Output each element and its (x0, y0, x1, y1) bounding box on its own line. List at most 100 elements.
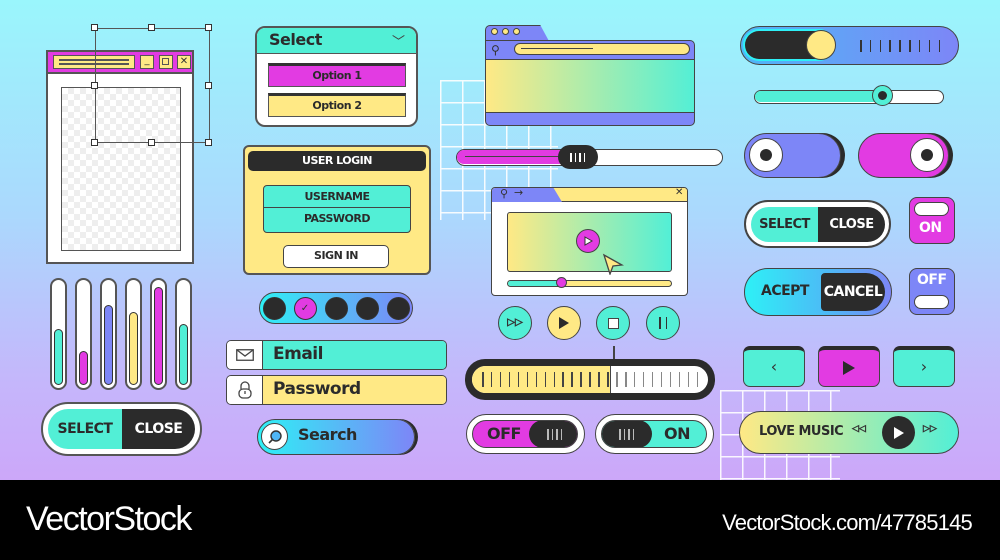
username-field[interactable]: USERNAME (264, 186, 410, 208)
ui-kit-canvas: _ ✕ SELECT CLOSE Select ﹀ Option 1 Optio… (0, 0, 1000, 480)
next-button[interactable]: › (893, 346, 955, 387)
select-dropdown[interactable]: Select ﹀ Option 1 Option 2 (255, 26, 418, 127)
level-bar[interactable] (50, 278, 67, 390)
knob-slider[interactable] (740, 26, 959, 65)
browser-window: ⚲ (485, 25, 695, 126)
fast-forward-icon[interactable]: ▷▷ (923, 424, 937, 435)
close-icon[interactable]: ✕ (675, 188, 683, 198)
pagination-dot[interactable] (262, 296, 286, 320)
email-input[interactable]: Email (226, 340, 447, 370)
progress-thumb[interactable] (556, 277, 568, 288)
ruler-slider[interactable] (465, 359, 715, 400)
pagination-dot[interactable]: ✓ (293, 296, 317, 320)
switch-periwinkle[interactable] (744, 133, 841, 178)
previous-button[interactable]: ‹ (743, 346, 805, 387)
video-progress[interactable] (507, 277, 672, 288)
teal-slider[interactable] (754, 85, 944, 106)
pause-button[interactable] (646, 306, 680, 340)
ruler-tick (571, 372, 573, 387)
window-controls (491, 28, 520, 35)
ruler-tick (642, 372, 645, 387)
off-switch[interactable]: OFF (909, 268, 955, 315)
ruler-tick (482, 372, 484, 387)
pagination-dot[interactable] (386, 296, 410, 320)
level-fill (129, 312, 138, 385)
resize-handle[interactable] (148, 24, 155, 31)
resize-handle[interactable] (205, 82, 212, 89)
ruler-tick (607, 372, 609, 387)
search-icon[interactable]: ⚲ (500, 188, 508, 200)
option-1[interactable]: Option 1 (268, 63, 406, 87)
accept-button[interactable]: ACEPT (761, 283, 809, 299)
on-label: ON (919, 220, 942, 236)
switch-magenta[interactable] (858, 133, 949, 178)
play-button[interactable] (818, 346, 880, 387)
ruler-tick (544, 372, 547, 387)
arrow-right-icon[interactable]: → (514, 188, 523, 199)
brand-logo: VectorStock (26, 500, 192, 538)
video-area[interactable] (507, 212, 672, 275)
pagination-dot[interactable] (355, 296, 379, 320)
pagination-dot[interactable] (324, 296, 348, 320)
ruler-tick (687, 372, 690, 387)
play-button[interactable] (547, 306, 581, 340)
level-bar[interactable] (175, 278, 192, 390)
resize-handle[interactable] (205, 139, 212, 146)
close-button[interactable]: CLOSE (818, 207, 885, 242)
music-title: LOVE MUSIC (759, 424, 844, 439)
ruler-tick (562, 372, 564, 387)
slider-thumb[interactable] (557, 145, 598, 169)
level-bar[interactable] (150, 278, 167, 390)
user-login-panel: USER LOGIN USERNAME PASSWORD SIGN IN (243, 145, 431, 275)
level-fill (79, 351, 88, 385)
ruler-tick (580, 372, 582, 387)
password-input[interactable]: Password (226, 375, 447, 405)
stop-button[interactable] (596, 306, 630, 340)
resize-handle[interactable] (91, 139, 98, 146)
slider-thumb[interactable] (872, 85, 894, 106)
play-button[interactable] (882, 416, 915, 449)
password-field[interactable]: PASSWORD (264, 208, 410, 230)
sign-in-button[interactable]: SIGN IN (283, 245, 389, 268)
toggle-on[interactable]: ON (595, 414, 714, 454)
music-player: LOVE MUSIC ◁◁ ▷▷ (739, 411, 959, 454)
ruler-tick (517, 372, 520, 387)
password-label: Password (263, 376, 446, 404)
toggle-off[interactable]: OFF (466, 414, 585, 454)
level-fill (54, 329, 63, 385)
option-2[interactable]: Option 2 (268, 93, 406, 117)
play-icon[interactable] (576, 229, 600, 253)
select-close-segmented: SELECT CLOSE (41, 402, 202, 456)
select-button[interactable]: SELECT (751, 207, 818, 242)
on-switch[interactable]: ON (909, 197, 955, 244)
slider-knob[interactable] (805, 30, 836, 60)
level-bar[interactable] (100, 278, 117, 390)
email-label: Email (263, 341, 446, 369)
lock-icon (227, 376, 263, 404)
resize-handle[interactable] (148, 139, 155, 146)
magenta-slider[interactable] (456, 145, 723, 169)
search-bar[interactable]: Search (257, 419, 415, 455)
level-bar[interactable] (125, 278, 142, 390)
resize-handle[interactable] (91, 82, 98, 89)
cursor-icon (602, 253, 624, 275)
ruler-tick (598, 372, 600, 387)
ruler-tick (526, 372, 529, 387)
address-bar[interactable] (514, 43, 690, 55)
ruler-tick (553, 372, 555, 387)
resize-handle[interactable] (205, 24, 212, 31)
fast-forward-button[interactable]: ▷▷ (498, 306, 532, 340)
level-bar[interactable] (75, 278, 92, 390)
selection-box[interactable] (95, 28, 210, 143)
select-button[interactable]: SELECT (48, 409, 122, 449)
rewind-icon[interactable]: ◁◁ (852, 424, 866, 435)
cancel-button[interactable]: CANCEL (821, 273, 885, 311)
close-button[interactable]: CLOSE (122, 409, 195, 449)
stop-icon (607, 317, 619, 329)
ruler-tick (669, 372, 672, 387)
resize-handle[interactable] (91, 24, 98, 31)
ruler-slider-pointer (613, 346, 615, 360)
chevron-down-icon[interactable]: ﹀ (392, 31, 405, 50)
level-fill (104, 305, 113, 385)
accept-cancel-segmented: ACEPT CANCEL (744, 268, 892, 316)
